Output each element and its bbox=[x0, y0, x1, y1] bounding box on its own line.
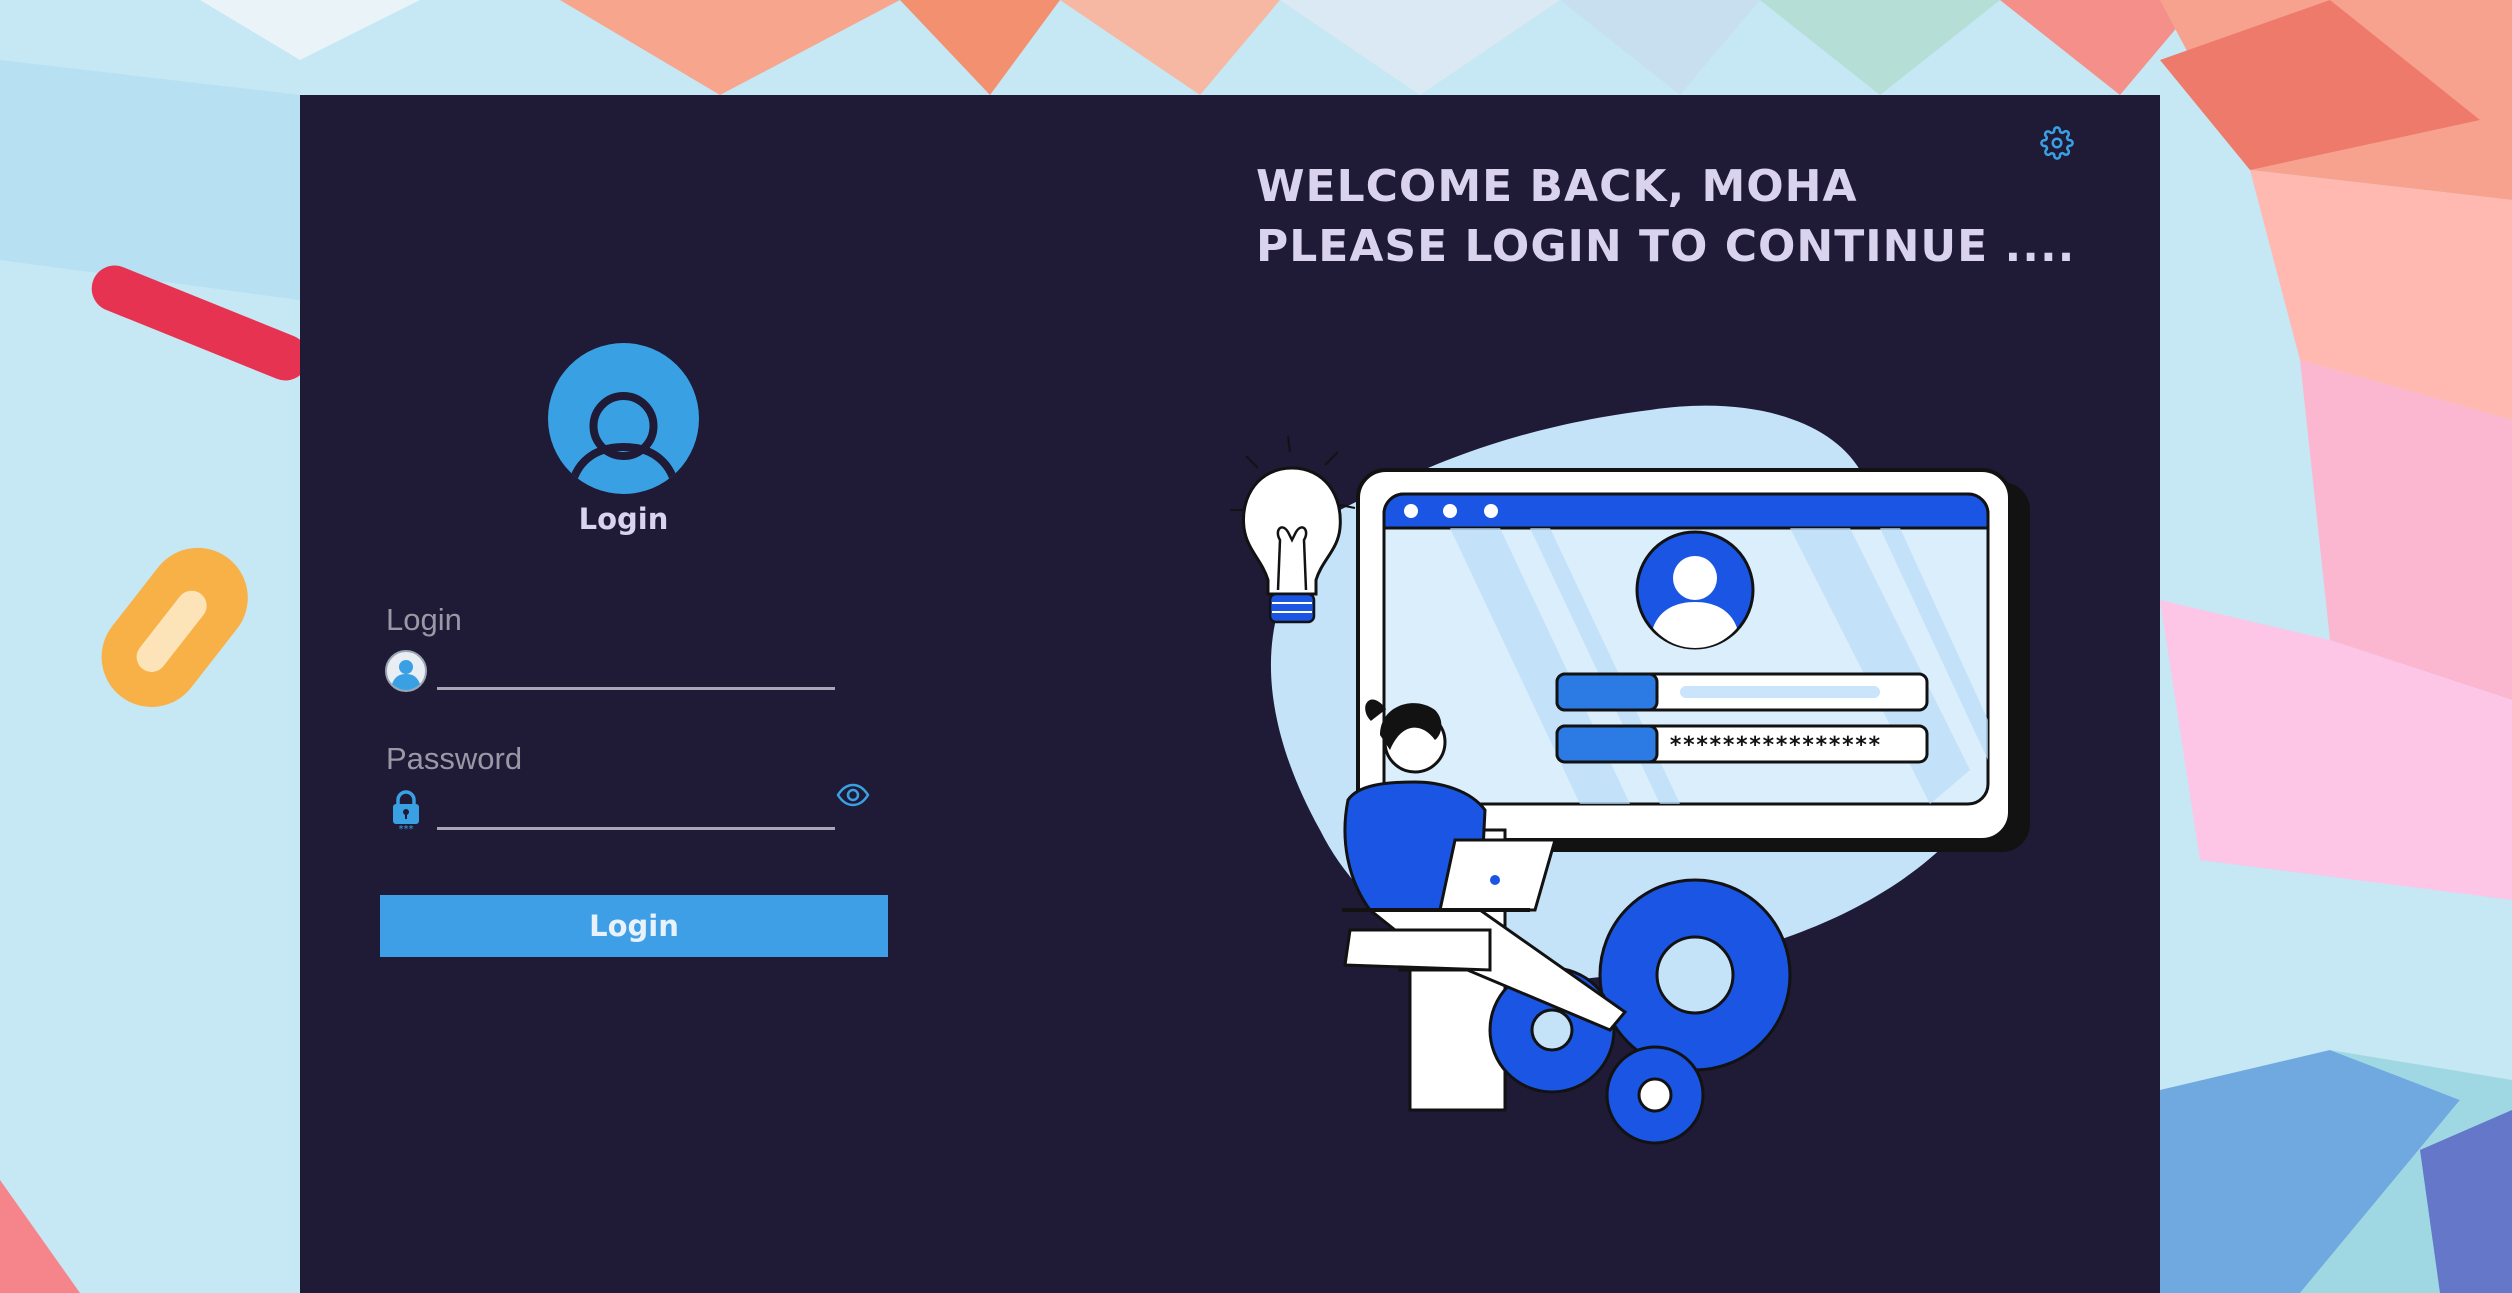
illustration-masked-password: **************** bbox=[1669, 733, 1881, 758]
eye-icon[interactable] bbox=[836, 783, 870, 807]
welcome-heading: WELCOME BACK, MOHA PLEASE LOGIN TO CONTI… bbox=[1256, 157, 2096, 277]
user-avatar bbox=[548, 343, 699, 494]
user-icon bbox=[385, 650, 427, 692]
svg-text:***: *** bbox=[399, 824, 414, 833]
login-input[interactable] bbox=[437, 643, 835, 690]
user-avatar-icon bbox=[566, 392, 681, 494]
gear-icon bbox=[2040, 126, 2074, 160]
password-label: Password bbox=[386, 741, 523, 776]
lock-icon: *** bbox=[393, 790, 419, 833]
welcome-line-1: WELCOME BACK, MOHA bbox=[1256, 161, 1858, 212]
password-input[interactable] bbox=[437, 783, 835, 830]
login-illustration: **************** bbox=[1230, 405, 2030, 1145]
login-window: WELCOME BACK, MOHA PLEASE LOGIN TO CONTI… bbox=[300, 95, 2160, 1293]
login-label: Login bbox=[386, 602, 462, 637]
welcome-line-2: PLEASE LOGIN TO CONTINUE .... bbox=[1256, 221, 2076, 272]
login-button[interactable]: Login bbox=[380, 895, 888, 957]
avatar-caption: Login bbox=[578, 502, 669, 536]
